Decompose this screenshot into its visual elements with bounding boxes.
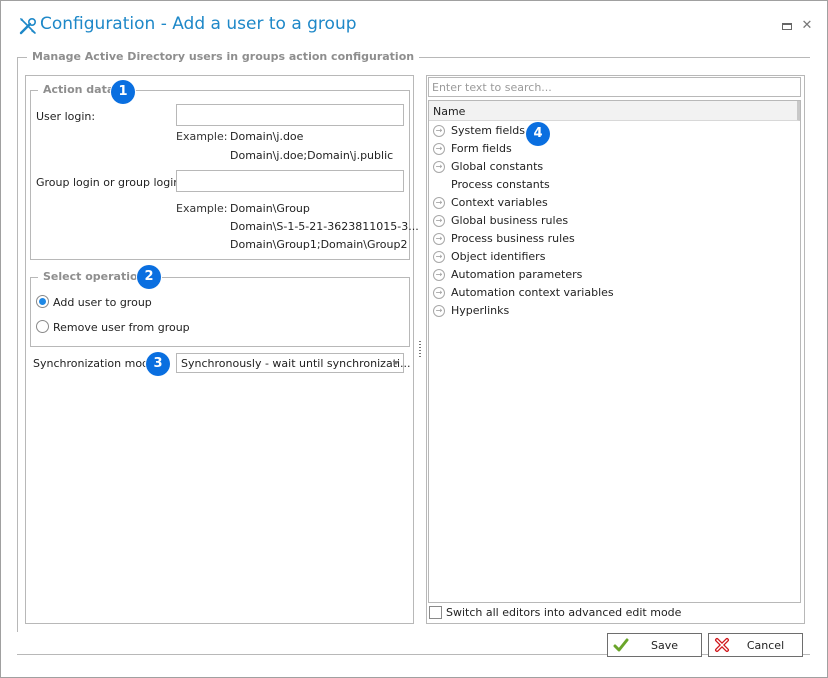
maximize-icon — [782, 23, 792, 30]
callout-badge-1: 1 — [111, 80, 135, 104]
expand-arrow-icon[interactable]: → — [433, 125, 445, 137]
tree-item[interactable]: → Hyperlinks — [429, 302, 789, 320]
tree-item-label: Form fields — [451, 142, 512, 155]
expand-arrow-icon[interactable]: → — [433, 287, 445, 299]
outer-group-legend: Manage Active Directory users in groups … — [27, 50, 420, 63]
close-button[interactable]: ✕ — [800, 19, 814, 33]
tree-item[interactable]: → Process business rules — [429, 230, 789, 248]
select-operation-group: Select operation — [30, 270, 410, 347]
sync-mode-value: Synchronously - wait until synchronizati… — [181, 357, 411, 370]
tree-item-label: Object identifiers — [451, 250, 546, 263]
tree-item-label: Hyperlinks — [451, 304, 510, 317]
user-login-input[interactable] — [176, 104, 404, 126]
group-login-example-label: Example: — [176, 202, 228, 215]
remove-user-radio-label[interactable]: Remove user from group — [53, 321, 190, 334]
column-header-label: Name — [433, 105, 466, 118]
chevron-down-icon — [393, 361, 399, 365]
user-login-label: User login: — [36, 110, 96, 123]
tree-item[interactable]: → Form fields — [429, 140, 789, 158]
advanced-mode-checkbox[interactable] — [429, 606, 442, 619]
tree-item-label: Global business rules — [451, 214, 569, 227]
callout-badge-3: 3 — [146, 352, 170, 376]
tree-item[interactable]: → Context variables — [429, 194, 789, 212]
column-header-name[interactable]: Name — [429, 101, 800, 121]
advanced-mode-label[interactable]: Switch all editors into advanced edit mo… — [446, 606, 681, 619]
panel-splitter[interactable] — [419, 341, 421, 357]
tree-item-label: System fields — [451, 124, 525, 137]
save-button[interactable]: Save — [607, 633, 702, 657]
group-login-example: Domain\S-1-5-21-3623811015-3... — [230, 220, 419, 233]
add-user-radio[interactable] — [36, 295, 49, 308]
callout-badge-4: 4 — [526, 122, 550, 146]
window-title: Configuration - Add a user to a group — [40, 14, 357, 34]
search-input[interactable]: Enter text to search... — [428, 77, 801, 97]
variables-tree: Name → System fields → Form fields → Global c… — [428, 100, 801, 603]
tree-item[interactable]: Process constants — [429, 176, 789, 194]
user-login-example: Domain\j.doe;Domain\j.public — [230, 149, 394, 162]
tree-item[interactable]: → Automation parameters — [429, 266, 789, 284]
save-label: Save — [650, 639, 678, 652]
cancel-label: Cancel — [746, 639, 785, 652]
expand-arrow-icon[interactable]: → — [433, 161, 445, 173]
callout-badge-2: 2 — [137, 265, 161, 289]
tree-item[interactable]: → Object identifiers — [429, 248, 789, 266]
tree-item[interactable]: → Global business rules — [429, 212, 789, 230]
group-login-label: Group login or group logins: — [36, 176, 190, 189]
tree-item-label: Automation context variables — [451, 286, 614, 299]
select-operation-legend: Select operation — [38, 270, 151, 283]
tree-item[interactable]: → Automation context variables — [429, 284, 789, 302]
expand-arrow-icon[interactable]: → — [433, 305, 445, 317]
title-bar: Configuration - Add a user to a group ✕ — [1, 1, 827, 47]
user-login-example: Domain\j.doe — [230, 130, 304, 143]
search-placeholder: Enter text to search... — [432, 81, 552, 94]
maximize-button[interactable] — [780, 19, 794, 33]
expand-arrow-icon[interactable]: → — [433, 197, 445, 209]
group-login-input[interactable] — [176, 170, 404, 192]
cancel-button[interactable]: Cancel — [708, 633, 803, 657]
expand-arrow-icon[interactable]: → — [433, 269, 445, 281]
add-user-radio-label[interactable]: Add user to group — [53, 296, 152, 309]
group-login-example: Domain\Group — [230, 202, 310, 215]
group-login-example: Domain\Group1;Domain\Group2 — [230, 238, 408, 251]
tree-item-label: Context variables — [451, 196, 548, 209]
sync-mode-label: Synchronization mode: — [33, 357, 160, 370]
expand-arrow-icon[interactable]: → — [433, 143, 445, 155]
sync-mode-select[interactable]: Synchronously - wait until synchronizati… — [176, 353, 411, 373]
expand-arrow-icon[interactable]: → — [433, 233, 445, 245]
close-icon: ✕ — [801, 18, 813, 33]
expand-arrow-icon[interactable]: → — [433, 251, 445, 263]
tree-item-label: Process constants — [451, 178, 550, 191]
user-login-example-label: Example: — [176, 130, 228, 143]
tree-item-label: Automation parameters — [451, 268, 583, 281]
tree-item-label: Process business rules — [451, 232, 575, 245]
expand-arrow-icon[interactable]: → — [433, 215, 445, 227]
tree-item-label: Global constants — [451, 160, 544, 173]
remove-user-radio[interactable] — [36, 320, 49, 333]
action-data-legend: Action data — [38, 83, 120, 96]
tools-icon — [19, 17, 37, 35]
tree-item[interactable]: → Global constants — [429, 158, 789, 176]
tree-item[interactable]: → System fields — [429, 122, 789, 140]
